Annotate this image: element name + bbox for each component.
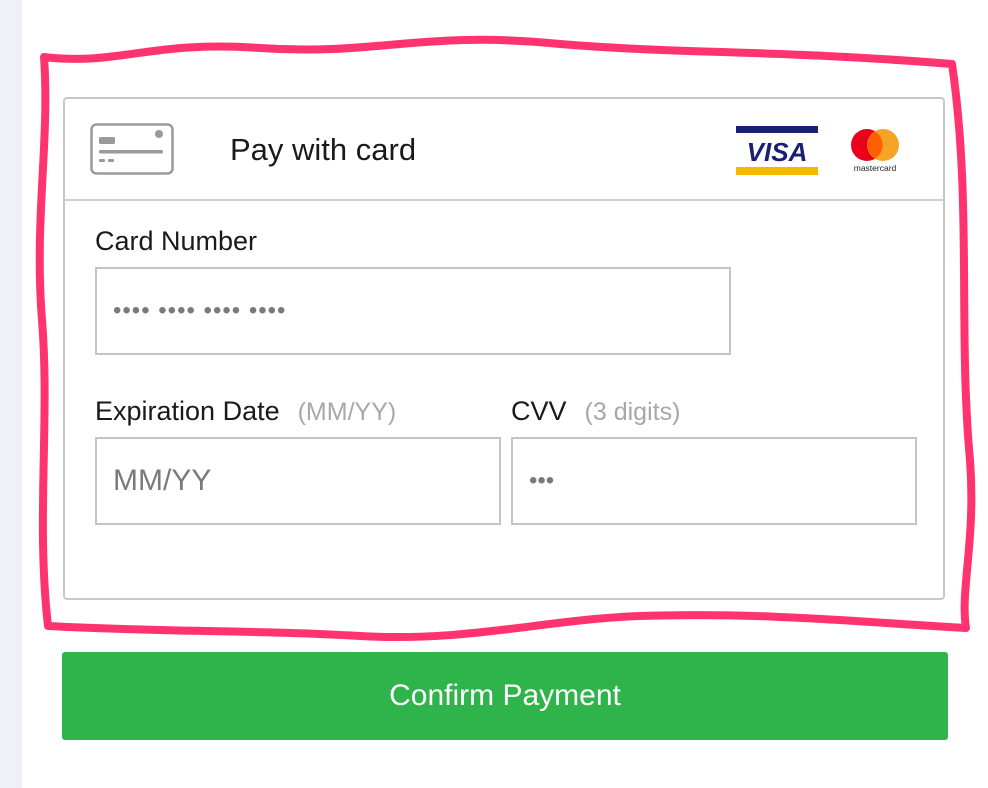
visa-logo-text: VISA [747, 137, 808, 167]
card-number-input[interactable]: •••• •••• •••• •••• [95, 267, 731, 355]
expiration-date-placeholder: MM/YY [113, 464, 212, 497]
mastercard-logo: mastercard [851, 129, 899, 173]
cvv-label: CVV (3 digits) [511, 395, 680, 428]
panel-header: Pay with card VISA mastercard [65, 99, 943, 201]
confirm-payment-label: Confirm Payment [389, 679, 621, 712]
expiration-date-label: Expiration Date (MM/YY) [95, 395, 396, 428]
mastercard-logo-text: mastercard [854, 163, 897, 173]
expiration-date-hint: (MM/YY) [297, 398, 397, 426]
expiration-date-label-text: Expiration Date [95, 396, 280, 426]
cvv-label-text: CVV [511, 396, 567, 426]
credit-card-icon [90, 123, 174, 175]
confirm-payment-button[interactable]: Confirm Payment [62, 652, 948, 740]
header-title: Pay with card [230, 132, 417, 167]
expiration-date-input[interactable]: MM/YY [95, 437, 501, 525]
payment-page: Pay with card VISA mastercard Card Numbe… [0, 0, 988, 788]
card-number-placeholder: •••• •••• •••• •••• [113, 297, 287, 324]
card-payment-panel: Pay with card VISA mastercard Card Numbe… [63, 97, 945, 600]
cvv-placeholder: ••• [529, 467, 555, 494]
cvv-input[interactable]: ••• [511, 437, 917, 525]
visa-logo: VISA [736, 126, 818, 175]
cvv-hint: (3 digits) [584, 398, 681, 426]
left-sidebar-edge [0, 0, 22, 788]
card-number-label: Card Number [95, 226, 258, 256]
